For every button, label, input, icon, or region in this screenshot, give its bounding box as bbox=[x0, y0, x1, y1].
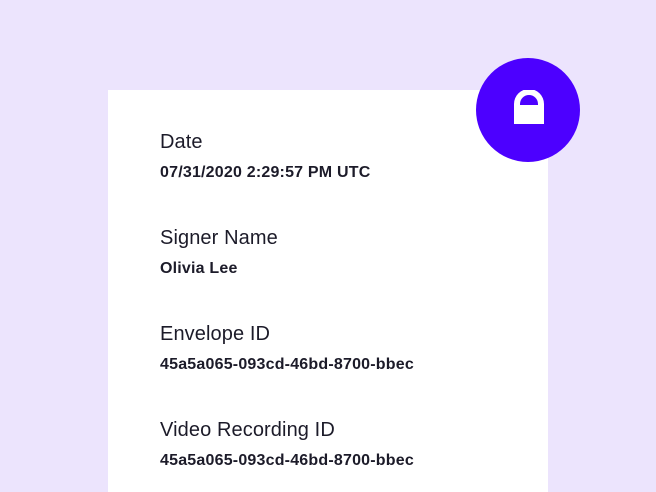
envelope-id-value: 45a5a065-093cd-46bd-8700-bbec bbox=[160, 356, 414, 373]
details-card: Date 07/31/2020 2:29:57 PM UTC Signer Na… bbox=[108, 90, 548, 492]
signer-name-label: Signer Name bbox=[160, 227, 278, 249]
date-field: Date 07/31/2020 2:29:57 PM UTC bbox=[160, 130, 540, 183]
envelope-id-field: Envelope ID 45a5a065-093cd-46bd-8700-bbe… bbox=[160, 322, 540, 375]
signer-name-field: Signer Name Olivia Lee bbox=[160, 226, 540, 279]
lock-icon bbox=[514, 90, 544, 124]
date-value: 07/31/2020 2:29:57 PM UTC bbox=[160, 164, 371, 181]
video-recording-id-field: Video Recording ID 45a5a065-093cd-46bd-8… bbox=[160, 418, 540, 471]
envelope-id-label: Envelope ID bbox=[160, 323, 271, 345]
video-recording-id-value: 45a5a065-093cd-46bd-8700-bbec bbox=[160, 452, 414, 469]
lock-badge bbox=[476, 58, 580, 162]
video-recording-id-label: Video Recording ID bbox=[160, 419, 335, 441]
signer-name-value: Olivia Lee bbox=[160, 260, 238, 277]
